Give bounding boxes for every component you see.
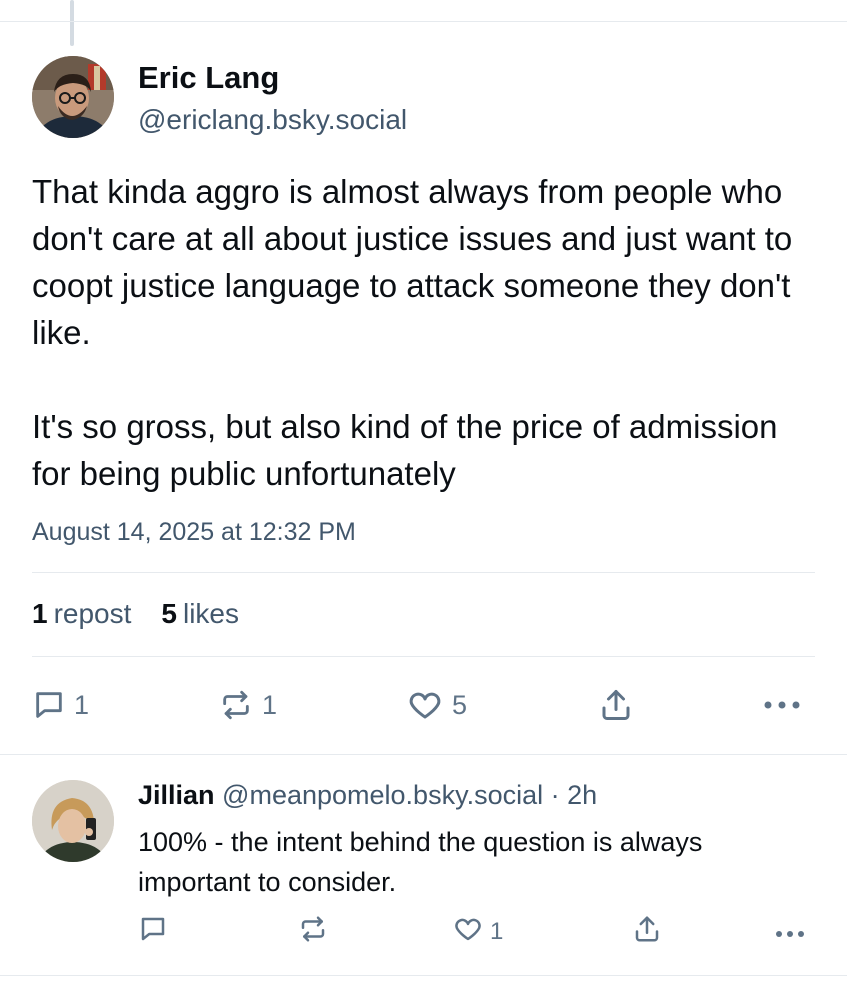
avatar[interactable] bbox=[32, 56, 114, 138]
heart-icon bbox=[452, 914, 484, 951]
divider bbox=[32, 572, 815, 573]
share-button[interactable] bbox=[598, 682, 634, 728]
post-action-bar: 1 1 5 bbox=[32, 682, 812, 728]
like-button[interactable]: 1 bbox=[452, 912, 503, 952]
post-stats: 1 repost 5 likes bbox=[32, 598, 239, 630]
reply-count: 1 bbox=[74, 689, 90, 720]
reply-action-bar: 1 bbox=[138, 912, 818, 952]
share-icon bbox=[598, 687, 634, 723]
like-button[interactable]: 5 bbox=[406, 682, 467, 728]
post-paragraph: That kinda aggro is almost always from p… bbox=[32, 173, 793, 351]
post-thread-view: Eric Lang @ericlang.bsky.social That kin… bbox=[0, 0, 847, 1000]
likes-count: 5 bbox=[161, 598, 177, 629]
like-count: 1 bbox=[490, 918, 504, 945]
more-options-button[interactable] bbox=[762, 682, 802, 728]
reply-text: 100% - the intent behind the question is… bbox=[138, 827, 703, 897]
divider bbox=[32, 656, 815, 657]
divider bbox=[0, 975, 847, 976]
author-name[interactable]: Eric Lang bbox=[138, 60, 279, 96]
repost-count: 1 bbox=[262, 689, 278, 720]
reply-icon bbox=[138, 914, 168, 951]
reply-button[interactable]: 1 bbox=[32, 682, 89, 728]
author-handle[interactable]: @meanpomelo.bsky.social bbox=[222, 780, 543, 810]
avatar[interactable] bbox=[32, 780, 114, 862]
post-text: That kinda aggro is almost always from p… bbox=[32, 168, 822, 497]
reply-icon bbox=[32, 688, 66, 722]
author-name[interactable]: Jillian bbox=[138, 780, 215, 810]
reposts-count: 1 bbox=[32, 598, 48, 629]
divider bbox=[0, 754, 847, 755]
reposts-label: repost bbox=[53, 598, 132, 629]
separator: · bbox=[550, 780, 560, 810]
heart-icon bbox=[406, 687, 444, 723]
more-icon bbox=[774, 918, 806, 946]
reply-button[interactable] bbox=[138, 912, 174, 952]
reply-age: 2h bbox=[567, 780, 598, 810]
more-icon bbox=[762, 699, 802, 711]
like-count: 5 bbox=[452, 689, 468, 720]
share-icon bbox=[632, 914, 662, 951]
likes-label: likes bbox=[182, 598, 239, 629]
divider bbox=[0, 21, 847, 22]
thread-connector-line bbox=[70, 0, 74, 46]
post-paragraph: It's so gross, but also kind of the pric… bbox=[32, 408, 778, 492]
author-handle[interactable]: @ericlang.bsky.social bbox=[138, 104, 407, 136]
repost-icon bbox=[218, 688, 254, 722]
repost-icon bbox=[298, 914, 328, 951]
reply-header: Jillian @meanpomelo.bsky.social · 2h bbox=[138, 780, 597, 811]
share-button[interactable] bbox=[632, 912, 662, 952]
post-timestamp: August 14, 2025 at 12:32 PM bbox=[32, 518, 356, 546]
repost-button[interactable]: 1 bbox=[218, 682, 277, 728]
repost-button[interactable] bbox=[298, 912, 334, 952]
likes-stat[interactable]: 5 likes bbox=[161, 598, 239, 630]
reposts-stat[interactable]: 1 repost bbox=[32, 598, 131, 630]
more-options-button[interactable] bbox=[774, 912, 806, 952]
